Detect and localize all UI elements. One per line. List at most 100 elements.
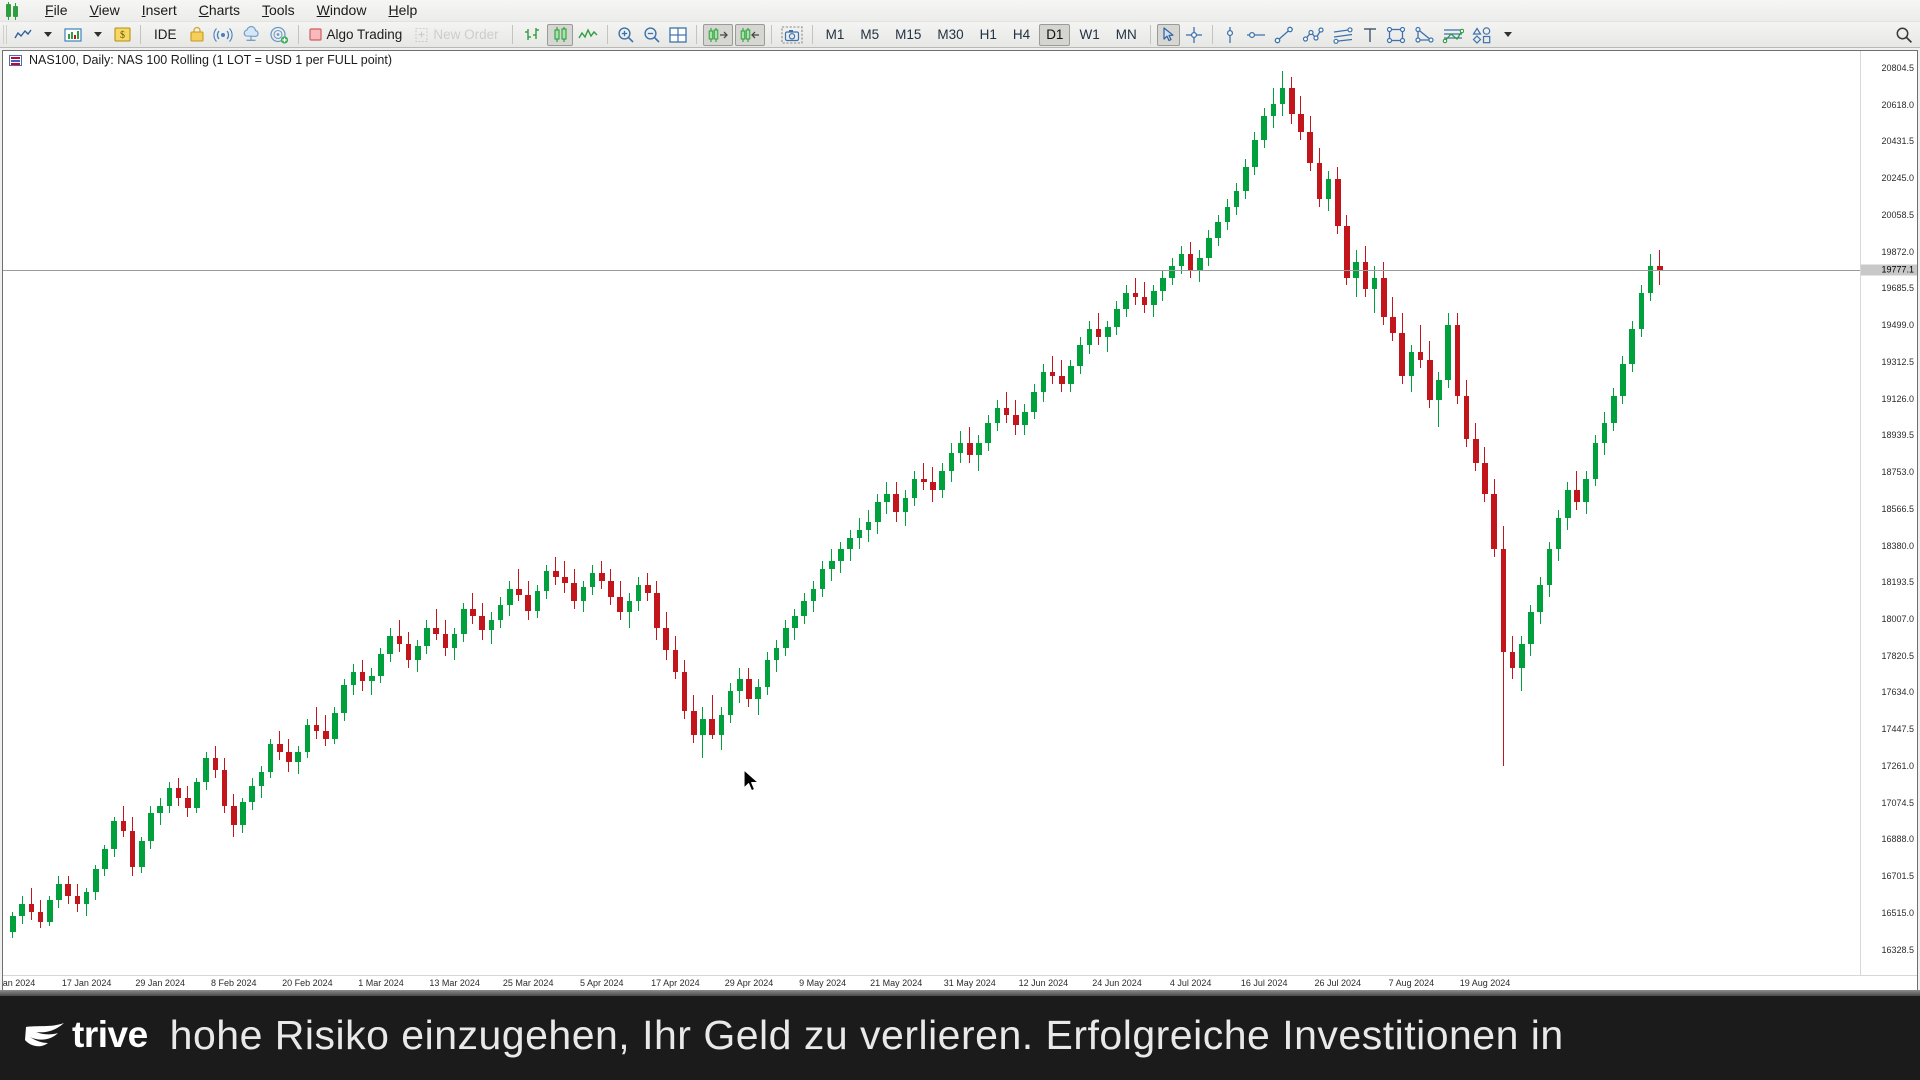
price-tick-label: 17447.5: [1881, 724, 1914, 735]
candlestick: [139, 837, 145, 873]
shapes-dropdown-icon[interactable]: [1497, 24, 1519, 46]
fibonacci-icon[interactable]: [1439, 24, 1467, 46]
menu-help[interactable]: Help: [377, 0, 428, 21]
chart-title-text: NAS100, Daily: NAS 100 Rolling (1 LOT = …: [29, 53, 393, 67]
chart-style-icon[interactable]: [61, 24, 85, 46]
zoom-out-icon[interactable]: [640, 24, 664, 46]
candlestick: [166, 781, 173, 814]
candlestick: [19, 896, 25, 924]
candlestick: [957, 431, 964, 463]
candlestick: [1565, 482, 1571, 530]
candlestick: [461, 602, 467, 643]
candlestick: [829, 549, 835, 581]
candlestick: [681, 659, 688, 719]
candlestick: [976, 435, 982, 471]
shift-left-icon[interactable]: [734, 23, 765, 46]
menu-file[interactable]: File: [34, 0, 79, 21]
trendline-icon[interactable]: [1271, 24, 1297, 46]
candlestick: [249, 777, 255, 810]
price-axis[interactable]: 20804.5 20618.0 20431.5 20245.0 20058.5 19872…: [1860, 51, 1917, 975]
timeframe-d1[interactable]: D1: [1039, 23, 1071, 46]
timeframe-m30[interactable]: M30: [930, 24, 970, 46]
candlestick: [369, 667, 375, 696]
timeframe-h1[interactable]: H1: [973, 24, 1004, 46]
shift-right-icon[interactable]: [702, 23, 733, 46]
candlestick: [1059, 360, 1065, 392]
zoom-in-icon[interactable]: [614, 24, 638, 46]
line-chart-dropdown-icon[interactable]: [37, 24, 59, 46]
bar-chart-icon[interactable]: [519, 24, 545, 46]
crosshair-icon[interactable]: [1182, 24, 1206, 46]
toolbar-grip[interactable]: [3, 25, 7, 44]
candlestick: [1353, 249, 1359, 298]
line-chart-mode-icon[interactable]: [575, 24, 601, 46]
horizontal-line-icon[interactable]: [1243, 24, 1269, 46]
new-order-button[interactable]: New Order: [411, 24, 505, 46]
candlestick: [1528, 604, 1534, 656]
timeframe-m5[interactable]: M5: [853, 24, 886, 46]
chart-window[interactable]: NAS100, Daily: NAS 100 Rolling (1 LOT = …: [2, 50, 1918, 990]
candlestick-chart-icon[interactable]: [546, 23, 573, 46]
text-label-icon[interactable]: [1359, 24, 1381, 46]
candlestick: [111, 817, 117, 857]
shapes-icon[interactable]: [1469, 24, 1495, 46]
chart-style-dropdown-icon[interactable]: [87, 24, 109, 46]
candlestick: [313, 707, 320, 739]
ide-button[interactable]: IDE: [147, 24, 184, 46]
candlestick: [1362, 246, 1369, 298]
candlestick: [1509, 636, 1516, 680]
menu-tools[interactable]: Tools: [251, 0, 306, 21]
cursor-icon[interactable]: [1156, 23, 1180, 46]
candlestick: [1325, 171, 1332, 211]
menu-view[interactable]: View: [79, 0, 131, 21]
menu-insert[interactable]: Insert: [131, 0, 188, 21]
candlestick: [1611, 387, 1617, 432]
candlestick: [332, 707, 338, 745]
price-tick-label: 18193.5: [1881, 577, 1914, 588]
timeframe-mn[interactable]: MN: [1109, 24, 1144, 46]
candlestick: [56, 876, 62, 908]
screenshot-icon[interactable]: [778, 24, 806, 46]
polyline-icon[interactable]: [1299, 24, 1327, 46]
time-axis[interactable]: 5 Jan 2024 17 Jan 2024 29 Jan 2024 8 Feb 20…: [3, 975, 1917, 990]
candlestick: [525, 580, 531, 621]
cloud-icon[interactable]: [238, 24, 264, 46]
candlestick: [1537, 577, 1543, 625]
candlestick: [405, 632, 412, 668]
candlestick: [93, 864, 99, 901]
timeframe-m15[interactable]: M15: [888, 24, 928, 46]
tile-windows-icon[interactable]: [666, 24, 690, 46]
price-tick-label: 18939.5: [1881, 430, 1914, 441]
dollar-icon[interactable]: $: [111, 24, 134, 46]
candlestick: [1031, 383, 1037, 420]
rectangle-icon[interactable]: [1383, 24, 1409, 46]
algo-trading-button[interactable]: Algo Trading: [305, 24, 410, 46]
trive-wing-icon: [25, 1023, 64, 1047]
menu-charts[interactable]: Charts: [188, 0, 251, 21]
price-tick-label: 19499.0: [1881, 320, 1914, 331]
timeframe-h4[interactable]: H4: [1006, 24, 1037, 46]
candlestick: [948, 443, 955, 483]
candlestick: [1381, 261, 1387, 325]
candlestick: [865, 510, 872, 542]
timeframe-w1[interactable]: W1: [1072, 24, 1106, 46]
equidistant-channel-icon[interactable]: [1329, 24, 1357, 46]
vertical-line-icon[interactable]: [1219, 24, 1241, 46]
candlestick: [921, 462, 927, 491]
candlestick: [709, 695, 715, 739]
chart-plot-area[interactable]: [3, 51, 1860, 975]
candlestick: [286, 738, 292, 773]
price-tick-label: 17820.5: [1881, 650, 1914, 661]
market-bag-icon[interactable]: [186, 24, 208, 46]
disclaimer-text: hohe Risiko einzugehen, Ihr Geld zu verl…: [169, 1011, 1564, 1058]
menu-window[interactable]: Window: [306, 0, 378, 21]
candlestick: [1086, 320, 1093, 355]
triangle-icon[interactable]: [1411, 24, 1437, 46]
line-chart-icon[interactable]: [11, 24, 35, 46]
signals-icon[interactable]: [210, 24, 236, 46]
vps-icon[interactable]: [266, 24, 292, 46]
search-icon[interactable]: [1894, 25, 1914, 45]
timeframe-m1[interactable]: M1: [819, 24, 852, 46]
price-tick-label: 20804.5: [1881, 62, 1914, 73]
candlestick: [875, 494, 881, 534]
